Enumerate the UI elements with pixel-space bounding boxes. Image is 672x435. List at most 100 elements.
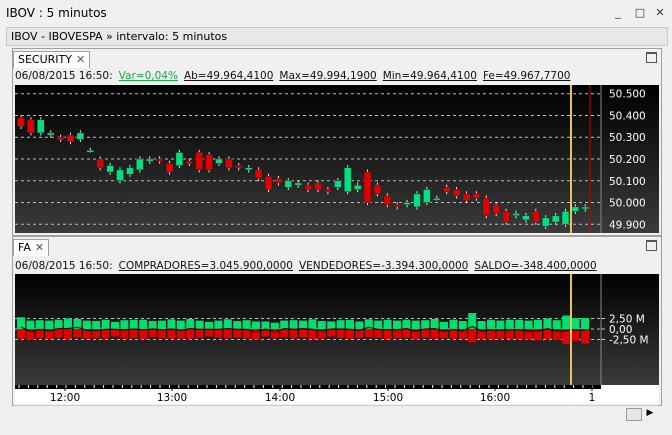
buyers-bar	[223, 319, 232, 329]
buyers-bar	[515, 319, 524, 329]
buyers-bar	[543, 318, 552, 329]
horizontal-scrollbar[interactable]: ▶	[14, 405, 658, 422]
candle	[393, 204, 401, 208]
y-tick-label: 50.200	[609, 154, 646, 166]
buyers-bar	[280, 320, 289, 329]
buyers-bar	[64, 318, 72, 329]
buyers-bar	[505, 319, 514, 329]
buyers-bar	[54, 319, 63, 329]
buyers-bar	[92, 321, 101, 329]
sellers-bar	[374, 329, 383, 338]
price-chart-svg: 50.500 50.400 50.300 50.200 50.100 50.000 49.9…	[15, 85, 646, 233]
info-var: Var=0,04%	[118, 70, 178, 82]
sellers-bar	[543, 329, 552, 340]
candle	[413, 193, 421, 208]
tab-security[interactable]: SECURITY ✕	[13, 51, 91, 68]
panel-maximize-icon[interactable]	[646, 240, 657, 251]
sellers-bar	[468, 329, 477, 343]
sellers-bar	[195, 329, 204, 338]
candle	[442, 187, 451, 192]
tab-fa[interactable]: FA ✕	[13, 239, 50, 256]
candle	[512, 213, 520, 216]
buyers-bar	[205, 321, 213, 329]
close-button[interactable]: ✕	[654, 7, 666, 19]
buyers-bar	[487, 319, 495, 329]
sellers-bar	[64, 329, 72, 340]
sellers-bar	[129, 329, 138, 339]
candle	[541, 217, 550, 227]
candle	[27, 119, 35, 134]
buyers-bar	[383, 319, 392, 329]
candle	[482, 197, 491, 216]
scroll-right-icon[interactable]: ▶	[644, 408, 656, 419]
candle	[244, 167, 253, 171]
security-panel: SECURITY ✕ 06/08/2015 16:50: Var=0,04% Ab=4…	[12, 48, 662, 236]
candle	[353, 184, 362, 190]
close-tab-icon[interactable]: ✕	[76, 53, 85, 66]
sellers-bar	[402, 329, 411, 338]
candle	[343, 167, 352, 192]
buyers-bar	[477, 321, 486, 329]
candle	[571, 206, 580, 212]
buyers-bar	[186, 318, 195, 329]
scrollbar-thumb[interactable]	[626, 408, 642, 421]
buyers-bar	[327, 321, 336, 329]
breadcrumb: IBOV - IBOVESPA » intervalo: 5 minutos	[6, 27, 668, 46]
sellers-bar	[383, 329, 392, 340]
info-min: Min=49.964,4100	[382, 70, 477, 82]
y-tick-label: 50.100	[609, 176, 646, 188]
buyers-bar	[148, 321, 157, 329]
sellers-bar	[205, 329, 213, 337]
close-tab-icon[interactable]: ✕	[35, 241, 44, 254]
sellers-bar	[421, 329, 430, 338]
candle	[502, 210, 510, 223]
y-tick-label: 50.400	[609, 110, 646, 122]
candle	[522, 215, 530, 221]
buyers-bar	[355, 321, 364, 329]
buyers-bar	[289, 320, 298, 329]
buyers-bar	[26, 320, 35, 329]
sellers-bar	[430, 329, 439, 339]
panel-maximize-icon[interactable]	[646, 52, 657, 63]
time-tick-label: 13:00	[157, 392, 187, 404]
security-info-bar: 06/08/2015 16:50: Var=0,04% Ab=49.964,4100…	[15, 69, 576, 83]
window-title: IBOV : 5 minutos	[6, 6, 107, 20]
candle	[452, 189, 461, 197]
buyers-bar	[35, 320, 44, 329]
candle	[17, 117, 25, 127]
sellers-bar	[111, 329, 119, 337]
sellers-bar	[101, 329, 110, 339]
minimize-button[interactable]: _	[612, 7, 624, 19]
buyers-bar	[317, 321, 326, 329]
buyers-bar	[562, 315, 571, 329]
candle	[235, 165, 243, 168]
candle	[561, 210, 570, 225]
candle	[254, 169, 263, 179]
fa-info-bar: 06/08/2015 16:50: COMPRADORES=3.045.900,0…	[15, 259, 603, 273]
buyers-bar	[252, 321, 260, 329]
candle	[304, 184, 312, 190]
buyers-bar	[101, 319, 110, 329]
buyers-bar	[111, 321, 119, 329]
time-tick-label: 16:00	[480, 392, 510, 404]
buyers-bar	[120, 320, 129, 329]
sellers-bar	[54, 329, 63, 338]
candle	[264, 176, 273, 190]
sellers-bar	[167, 329, 176, 339]
price-chart[interactable]: 50.500 50.400 50.300 50.200 50.100 50.000 49.9…	[15, 85, 659, 233]
sellers-bar	[148, 329, 157, 337]
y-tick-label: 50.500	[609, 89, 646, 101]
maximize-button[interactable]: □	[634, 7, 646, 19]
time-tick-label: 1	[589, 392, 596, 404]
buyers-bar	[421, 320, 430, 329]
buyers-bar	[440, 321, 448, 329]
candle	[294, 182, 302, 186]
tab-security-label: SECURITY	[18, 53, 72, 66]
flow-chart[interactable]: 2,50 M 0,00 -2,50 M	[15, 274, 659, 385]
time-axis: 12:00 13:00 14:00 15:00 16:00 1	[15, 385, 659, 404]
y-tick-label: 50.000	[609, 198, 646, 210]
candle	[462, 193, 471, 201]
buyers-bar	[402, 319, 411, 329]
time-axis-strip	[15, 385, 601, 389]
sellers-bar	[364, 329, 373, 337]
